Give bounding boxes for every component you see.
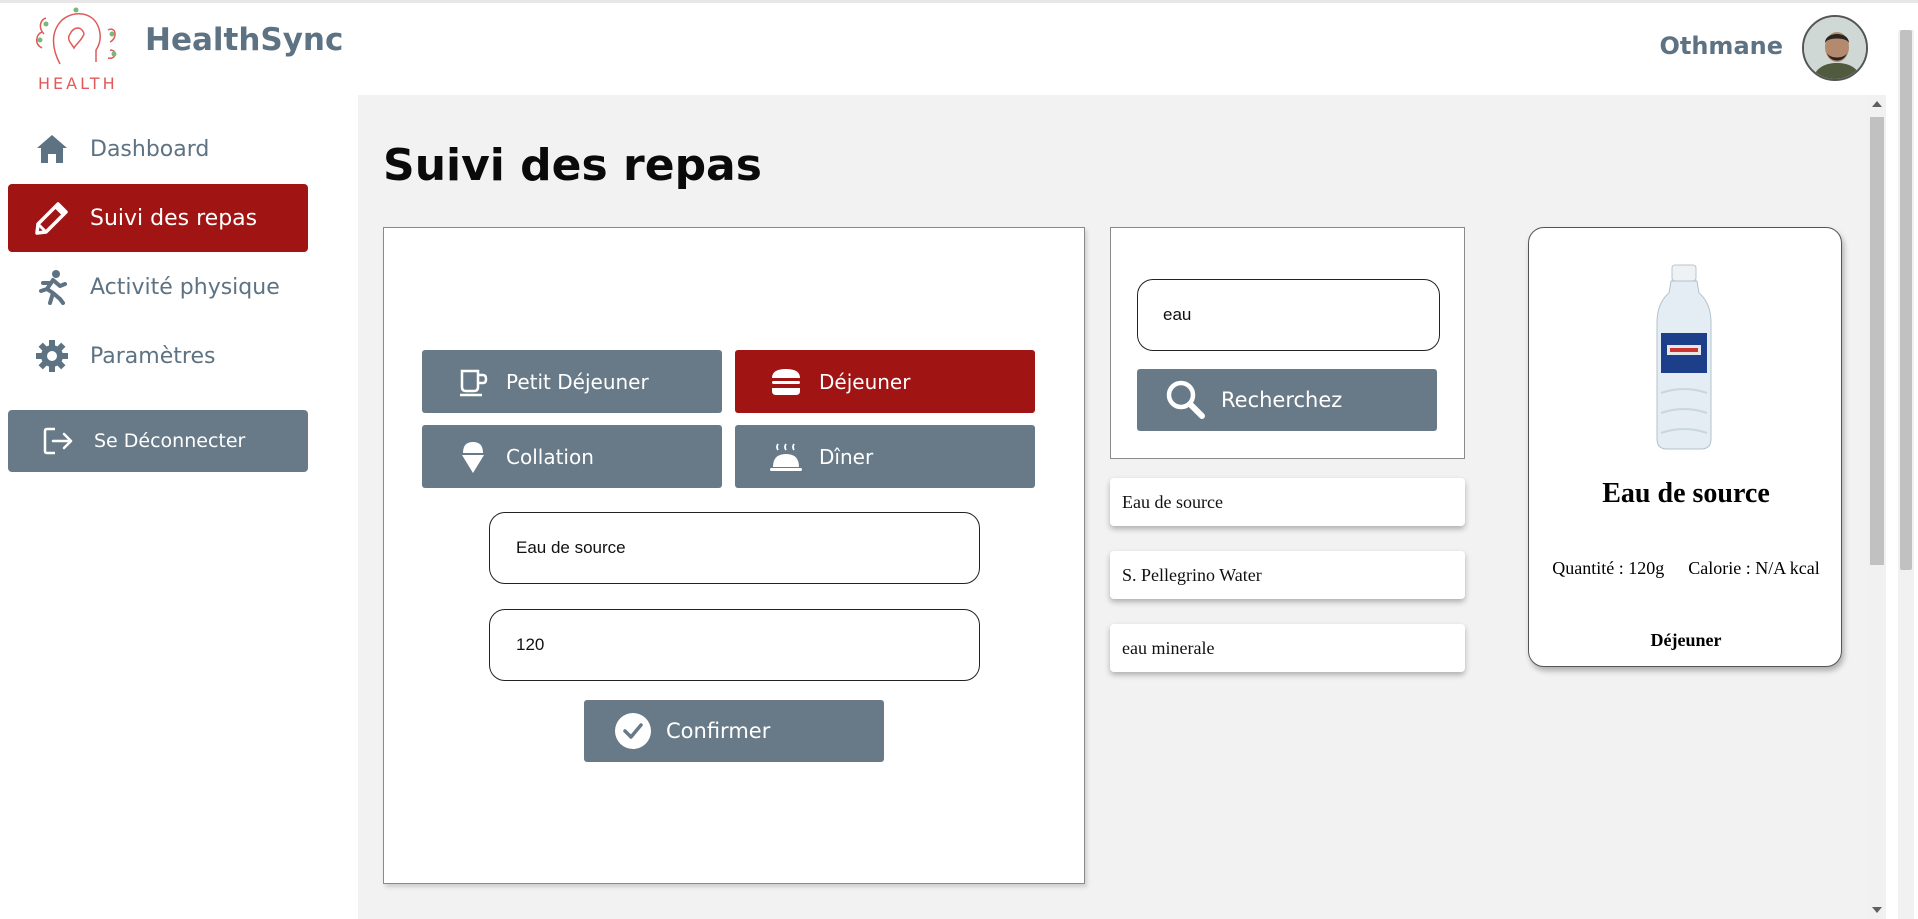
confirm-label: Confirmer xyxy=(666,719,771,743)
avatar[interactable] xyxy=(1802,15,1868,81)
main-scrollbar[interactable] xyxy=(1868,95,1886,919)
search-icon xyxy=(1165,379,1207,421)
logout-button[interactable]: Se Déconnecter xyxy=(8,410,308,472)
user-photo xyxy=(1804,17,1866,79)
meal-dejeuner-button[interactable]: Déjeuner xyxy=(735,350,1035,413)
sidebar-item-label: Activité physique xyxy=(90,274,280,300)
sidebar-item-activite-physique[interactable]: Activité physique xyxy=(8,253,308,321)
check-circle-icon xyxy=(614,712,652,750)
sidebar-item-suivi-des-repas[interactable]: Suivi des repas xyxy=(8,184,308,252)
meal-diner-button[interactable]: Dîner xyxy=(735,425,1035,488)
search-result-item[interactable]: S. Pellegrino Water xyxy=(1110,551,1465,599)
water-bottle-image xyxy=(1639,263,1729,453)
page-scrollbar[interactable] xyxy=(1898,30,1914,919)
confirm-button[interactable]: Confirmer xyxy=(584,700,884,762)
product-calorie: Calorie : N/A kcal xyxy=(1688,558,1820,578)
running-icon xyxy=(32,267,72,307)
page-scroll-thumb[interactable] xyxy=(1900,30,1912,570)
pencil-icon xyxy=(32,198,72,238)
health-logo: HEALTH xyxy=(30,4,122,94)
food-name-input[interactable]: Eau de source xyxy=(489,512,980,584)
meal-entry-panel: Petit Déjeuner Déjeuner Collation Dîner … xyxy=(383,227,1085,884)
scroll-up-arrow-icon[interactable] xyxy=(1872,101,1882,107)
scroll-down-arrow-icon[interactable] xyxy=(1872,907,1882,913)
sidebar-item-label: Paramètres xyxy=(90,343,216,369)
burger-icon xyxy=(769,365,803,399)
logout-label: Se Déconnecter xyxy=(94,430,246,452)
search-result-item[interactable]: Eau de source xyxy=(1110,478,1465,526)
sidebar-item-label: Suivi des repas xyxy=(90,205,258,231)
meal-collation-button[interactable]: Collation xyxy=(422,425,722,488)
meal-label: Dîner xyxy=(819,444,874,469)
logout-icon xyxy=(40,422,78,460)
product-info: Quantité : 120g Calorie : N/A kcal xyxy=(1529,558,1843,579)
page-title: Suivi des repas xyxy=(383,140,762,191)
app-title: HealthSync xyxy=(145,22,344,58)
product-card: Eau de source Quantité : 120g Calorie : … xyxy=(1528,227,1842,667)
product-quantity: Quantité : 120g xyxy=(1552,558,1665,578)
main-content: Suivi des repas Petit Déjeuner Déjeuner … xyxy=(358,95,1868,919)
product-name: Eau de source xyxy=(1602,478,1770,509)
quantity-input[interactable]: 120 xyxy=(489,609,980,681)
window-top-border xyxy=(0,0,1918,3)
head-leaf-logo-icon xyxy=(36,7,117,65)
product-meal: Déjeuner xyxy=(1650,630,1722,650)
ice-cream-icon xyxy=(456,440,490,474)
scroll-thumb[interactable] xyxy=(1870,117,1884,565)
food-search-panel: eau Recherchez xyxy=(1110,227,1465,459)
search-result-item[interactable]: eau minerale xyxy=(1110,624,1465,672)
meal-label: Collation xyxy=(506,444,594,469)
meal-label: Petit Déjeuner xyxy=(506,369,649,394)
gear-icon xyxy=(32,336,72,376)
sidebar-item-label: Dashboard xyxy=(90,136,210,162)
search-button[interactable]: Recherchez xyxy=(1137,369,1437,431)
home-icon xyxy=(32,129,72,169)
sidebar-item-parametres[interactable]: Paramètres xyxy=(8,322,308,390)
cloche-icon xyxy=(769,440,803,474)
search-button-label: Recherchez xyxy=(1221,388,1343,412)
meal-label: Déjeuner xyxy=(819,369,911,394)
coffee-cup-icon xyxy=(456,365,490,399)
logo-wordmark: HEALTH xyxy=(38,74,118,93)
user-name: Othmane xyxy=(1659,32,1783,60)
meal-petit-dejeuner-button[interactable]: Petit Déjeuner xyxy=(422,350,722,413)
sidebar-item-dashboard[interactable]: Dashboard xyxy=(8,115,308,183)
search-input[interactable]: eau xyxy=(1137,279,1440,351)
